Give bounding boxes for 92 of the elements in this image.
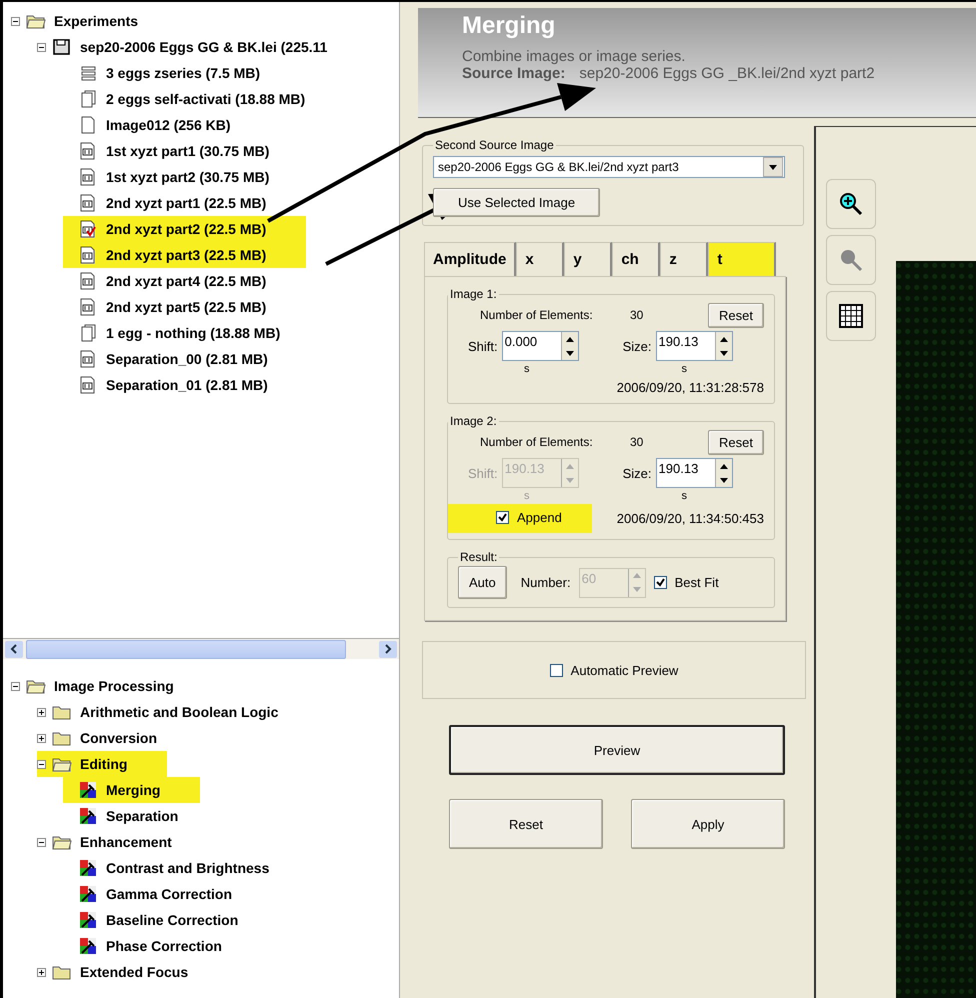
zoom-out-button[interactable] [826, 235, 876, 285]
expand-toggle-icon[interactable] [37, 968, 46, 976]
tree-item[interactable]: Gamma Correction [106, 886, 232, 902]
spin-up-icon[interactable] [566, 336, 574, 342]
tree-item[interactable]: 2nd xyzt part4 (22.5 MB) [106, 273, 266, 289]
size-spinbox[interactable]: 190.13 [656, 331, 733, 361]
tree-item[interactable]: Image Processing [54, 678, 174, 694]
number-label: Number: [520, 575, 571, 590]
group-legend: Image 2: [448, 414, 499, 428]
unit-label: s [682, 490, 687, 502]
tree-item[interactable]: 2nd xyzt part1 (22.5 MB) [106, 195, 266, 211]
group-legend: Result: [458, 550, 500, 564]
tree-item[interactable]: Separation_01 (2.81 MB) [106, 377, 268, 393]
magnifier-icon [838, 247, 864, 273]
reset-button[interactable]: Reset [708, 302, 764, 328]
preview-button[interactable]: Preview [449, 725, 785, 775]
scrollbar-thumb[interactable] [26, 640, 346, 658]
tree-item[interactable]: Separation_00 (2.81 MB) [106, 351, 268, 367]
tree-item[interactable]: Baseline Correction [106, 912, 238, 928]
tree-item[interactable]: 2nd xyzt part5 (22.5 MB) [106, 299, 266, 315]
tree-item[interactable]: 3 eggs zseries (7.5 MB) [106, 65, 260, 81]
apply-button[interactable]: Apply [631, 799, 785, 849]
spin-down-icon[interactable] [720, 478, 728, 482]
scroll-left-button[interactable] [5, 640, 23, 658]
elements-value: 30 [630, 435, 644, 449]
unit-label: s [524, 490, 530, 502]
timestamp: 2006/09/20, 11:34:50:453 [616, 511, 764, 526]
size-label: Size: [622, 466, 652, 480]
use-selected-image-button[interactable]: Use Selected Image [433, 188, 600, 217]
expand-toggle-icon[interactable] [37, 734, 46, 742]
page-title: Merging [462, 11, 556, 40]
unit-label: s [682, 363, 687, 375]
elements-label: Number of Elements: [480, 308, 594, 322]
tree-item[interactable]: Experiments [54, 13, 138, 29]
tab[interactable]: x [516, 242, 564, 276]
shift-spinbox[interactable]: 0.000 [502, 331, 579, 361]
tree-item[interactable]: Image012 (256 KB) [106, 117, 231, 133]
tree-item[interactable]: Extended Focus [80, 964, 188, 980]
shift-label: Shift: [468, 338, 498, 354]
collapse-toggle-icon[interactable] [37, 42, 46, 52]
spin-up-icon[interactable] [720, 464, 728, 468]
zoom-in-button[interactable] [826, 179, 876, 229]
spin-down-icon[interactable] [720, 350, 728, 356]
source-dropdown[interactable]: sep20-2006 Eggs GG & BK.lei/2nd xyzt part3 [433, 156, 785, 178]
zoom-in-icon [838, 191, 864, 217]
size-spinbox[interactable]: 190.13 [656, 458, 733, 488]
group-legend: Second Source Image [433, 138, 556, 152]
timestamp: 2006/09/20, 11:31:28:578 [616, 380, 764, 394]
reset-button[interactable]: Reset [449, 799, 603, 849]
auto-button[interactable]: Auto [458, 566, 507, 599]
tree-item[interactable]: Separation [106, 808, 178, 824]
tree-item[interactable]: 1st xyzt part1 (30.75 MB) [106, 143, 270, 159]
tree-item[interactable]: 2 eggs self-activati (18.88 MB) [106, 91, 306, 107]
tree-item[interactable]: sep20-2006 Eggs GG & BK.lei (225.11 [80, 39, 328, 55]
chevron-right-icon [384, 644, 392, 654]
collapse-toggle-icon[interactable] [11, 16, 20, 26]
shift-label: Shift: [468, 466, 498, 480]
tab[interactable]: Amplitude [424, 242, 516, 276]
spin-up-icon[interactable] [720, 336, 728, 342]
tree-item[interactable]: Contrast and Brightness [106, 860, 270, 876]
tree-item[interactable]: Enhancement [80, 834, 172, 850]
tree-item[interactable]: 1 egg - nothing (18.88 MB) [106, 325, 280, 341]
collapse-toggle-icon[interactable] [37, 760, 46, 768]
grid-icon [838, 303, 864, 329]
source-image-value: sep20-2006 Eggs GG _BK.lei/2nd xyzt part2 [579, 65, 875, 82]
grid-button[interactable] [826, 291, 876, 341]
reset-button[interactable]: Reset [708, 430, 764, 454]
checkmark-icon [656, 578, 665, 587]
best-fit-checkbox[interactable]: Best Fit [654, 575, 719, 590]
elements-value: 30 [630, 308, 644, 322]
scroll-right-button[interactable] [379, 640, 397, 658]
tab[interactable]: ch [612, 242, 660, 276]
tab[interactable]: t [708, 242, 776, 276]
tab[interactable]: y [564, 242, 612, 276]
tree-item[interactable]: 1st xyzt part2 (30.75 MB) [106, 169, 270, 185]
spin-down-icon[interactable] [566, 350, 574, 356]
page-description: Combine images or image series. [462, 48, 686, 65]
collapse-toggle-icon[interactable] [11, 682, 20, 690]
tree-item[interactable]: Conversion [80, 730, 158, 746]
collapse-toggle-icon[interactable] [37, 838, 46, 846]
checkmark-icon [498, 513, 507, 522]
chevron-left-icon [10, 644, 18, 654]
source-image-label: Source Image: [462, 65, 566, 82]
expand-toggle-icon[interactable] [37, 708, 46, 716]
size-label: Size: [622, 338, 652, 354]
tree-item[interactable]: Arithmetic and Boolean Logic [80, 704, 278, 720]
group-legend: Image 1: [448, 287, 499, 301]
elements-label: Number of Elements: [480, 435, 594, 449]
automatic-preview-checkbox[interactable]: Automatic Preview [550, 662, 678, 678]
unit-label: s [524, 363, 530, 375]
tab[interactable]: z [660, 242, 708, 276]
tree-item[interactable]: Phase Correction [106, 938, 222, 954]
